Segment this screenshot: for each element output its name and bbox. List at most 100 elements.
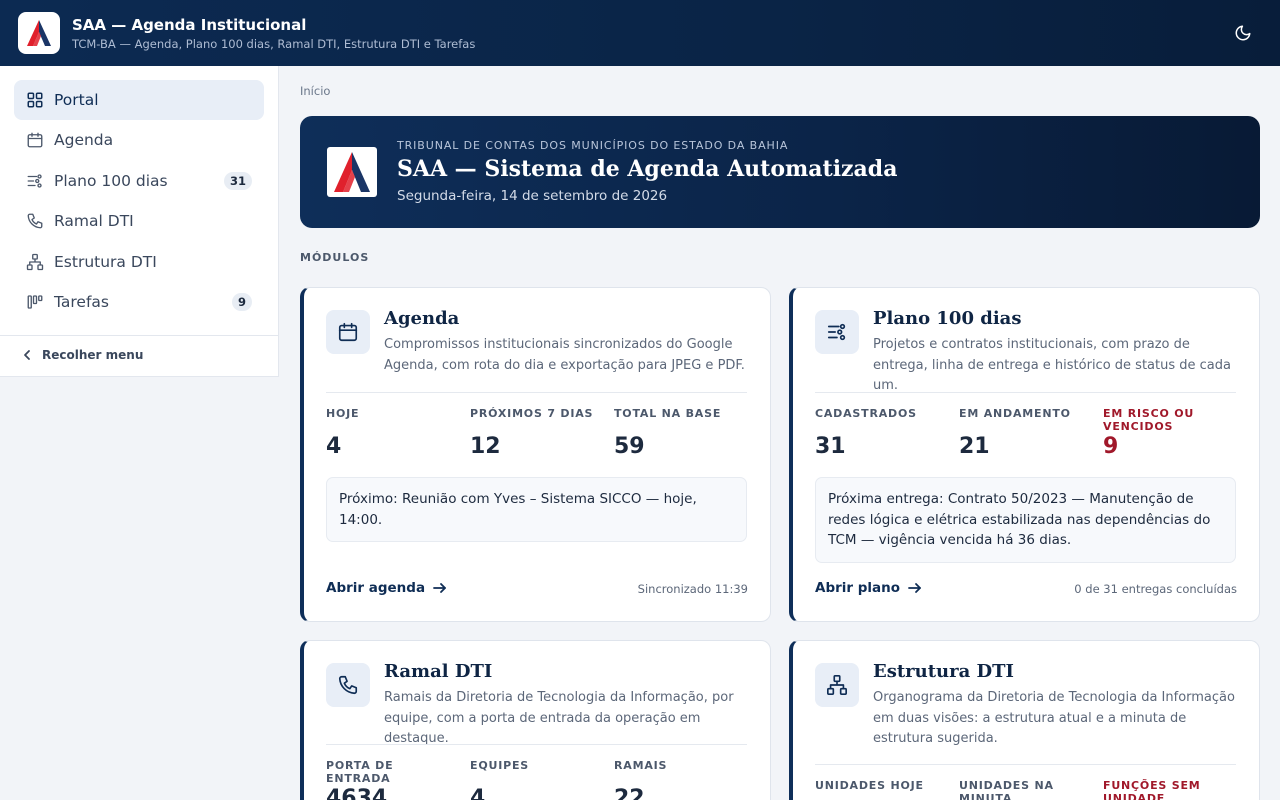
- hero-date: Segunda-feira, 14 de setembro de 2026: [397, 188, 668, 204]
- stat-label: EQUIPES: [470, 759, 529, 772]
- stat-value: 31: [815, 434, 846, 459]
- stat-em-risco: EM RISCO OU VENCIDOS 9: [1103, 407, 1233, 459]
- stat-value: 12: [470, 434, 501, 459]
- sidebar-divider: [0, 335, 279, 336]
- card-divider: [326, 392, 747, 393]
- stat-porta-de-entrada: PORTA DE ENTRADA 4634: [326, 759, 456, 800]
- card-title: Agenda: [384, 308, 460, 329]
- stat-unidades-hoje: UNIDADES HOJE: [815, 779, 945, 792]
- card-divider: [815, 764, 1236, 765]
- stat-label: CADASTRADOS: [815, 407, 917, 420]
- modules-section-label: MÓDULOS: [300, 251, 370, 264]
- stat-value: 4634: [326, 786, 388, 800]
- stat-unidades-na-minuta: UNIDADES NA MINUTA: [959, 779, 1089, 800]
- calendar-icon: [26, 131, 44, 149]
- stat-label: TOTAL NA BASE: [614, 407, 722, 420]
- stat-label: PORTA DE ENTRADA: [326, 759, 394, 785]
- main-content: Início TRIBUNAL DE CONTAS DOS MUNICÍPIOS…: [280, 66, 1280, 800]
- sidebar-item-plano-100-dias[interactable]: Plano 100 dias 31: [14, 161, 264, 201]
- stat-value: 4: [470, 786, 486, 800]
- stat-ramais: RAMAIS 22: [614, 759, 744, 800]
- hero-banner: TRIBUNAL DE CONTAS DOS MUNICÍPIOS DO EST…: [300, 116, 1260, 228]
- org-chart-icon: [815, 663, 859, 707]
- sidebar-item-tarefas[interactable]: Tarefas 9: [14, 282, 264, 322]
- stat-value: 21: [959, 434, 990, 459]
- app-subtitle: TCM-BA — Agenda, Plano 100 dias, Ramal D…: [72, 36, 476, 51]
- tcm-logo-icon: [27, 20, 51, 46]
- sidebar-item-label: Agenda: [54, 131, 114, 150]
- stat-label: FUNÇÕES SEM UNIDADE: [1103, 779, 1201, 800]
- phone-icon: [326, 663, 370, 707]
- link-label: Abrir agenda: [326, 580, 426, 596]
- list-filter-icon: [26, 172, 44, 190]
- stat-label: HOJE: [326, 407, 360, 420]
- kanban-icon: [26, 293, 44, 311]
- collapse-menu-button[interactable]: Recolher menu: [22, 348, 143, 362]
- sidebar-item-agenda[interactable]: Agenda: [14, 120, 264, 160]
- org-chart-icon: [26, 253, 44, 271]
- app-title: SAA — Agenda Institucional: [72, 15, 307, 34]
- card-title: Ramal DTI: [384, 661, 493, 682]
- hero-title: SAA — Sistema de Agenda Automatizada: [397, 156, 898, 182]
- stat-label: UNIDADES NA MINUTA: [959, 779, 1054, 800]
- phone-icon: [26, 212, 44, 230]
- next-event-note: Próximo: Reunião com Yves – Sistema SICC…: [326, 477, 747, 542]
- sidebar-item-label: Estrutura DTI: [54, 252, 157, 271]
- sidebar-item-label: Plano 100 dias: [54, 171, 168, 190]
- breadcrumb[interactable]: Início: [300, 84, 330, 98]
- sidebar: Portal Agenda Plano 100 dias 31 Ramal DT…: [0, 66, 279, 377]
- sidebar-item-estrutura-dti[interactable]: Estrutura DTI: [14, 242, 264, 282]
- calendar-icon: [326, 310, 370, 354]
- collapse-menu-label: Recolher menu: [42, 348, 144, 362]
- list-filter-icon: [815, 310, 859, 354]
- stat-label: RAMAIS: [614, 759, 668, 772]
- module-card-plano-100-dias: Plano 100 dias Projetos e contratos inst…: [789, 287, 1260, 622]
- link-label: Abrir plano: [815, 580, 901, 596]
- sidebar-item-ramal-dti[interactable]: Ramal DTI: [14, 201, 264, 241]
- sidebar-item-label: Tarefas: [54, 292, 109, 311]
- theme-toggle-button[interactable]: [1232, 22, 1254, 44]
- stat-proximos-7-dias: PRÓXIMOS 7 DIAS 12: [470, 407, 600, 459]
- open-plano-link[interactable]: Abrir plano: [815, 580, 922, 596]
- hero-logo: [327, 147, 377, 197]
- app-titles: SAA — Agenda Institucional TCM-BA — Agen…: [72, 15, 475, 52]
- card-divider: [326, 744, 747, 745]
- count-badge: 9: [231, 292, 252, 311]
- card-description: Compromissos institucionais sincronizado…: [384, 337, 745, 373]
- card-description: Projetos e contratos institucionais, com…: [873, 337, 1231, 393]
- sidebar-item-portal[interactable]: Portal: [14, 80, 264, 120]
- open-agenda-link[interactable]: Abrir agenda: [326, 580, 447, 596]
- delivery-progress: 0 de 31 entregas concluídas: [1074, 582, 1237, 596]
- card-description: Organograma da Diretoria de Tecnologia d…: [873, 690, 1235, 746]
- arrow-right-icon: [908, 582, 922, 594]
- stat-hoje: HOJE 4: [326, 407, 456, 459]
- stat-value: 4: [326, 434, 342, 459]
- stat-label: PRÓXIMOS 7 DIAS: [470, 407, 594, 420]
- stat-label: EM RISCO OU VENCIDOS: [1103, 407, 1195, 433]
- module-card-ramal-dti: Ramal DTI Ramais da Diretoria de Tecnolo…: [300, 640, 771, 800]
- arrow-right-icon: [433, 582, 447, 594]
- module-card-estrutura-dti: Estrutura DTI Organograma da Diretoria d…: [789, 640, 1260, 800]
- card-title: Estrutura DTI: [873, 661, 1014, 682]
- card-title: Plano 100 dias: [873, 308, 1022, 329]
- tcm-logo-icon: [334, 152, 370, 192]
- card-divider: [815, 392, 1236, 393]
- stat-cadastrados: CADASTRADOS 31: [815, 407, 945, 459]
- stat-value: 59: [614, 434, 645, 459]
- grid-icon: [26, 91, 44, 109]
- card-description: Ramais da Diretoria de Tecnologia da Inf…: [384, 690, 734, 746]
- hero-kicker: TRIBUNAL DE CONTAS DOS MUNICÍPIOS DO EST…: [397, 139, 789, 152]
- stat-label: EM ANDAMENTO: [959, 407, 1071, 420]
- sidebar-item-label: Ramal DTI: [54, 212, 134, 231]
- sync-status: Sincronizado 11:39: [637, 582, 748, 596]
- module-card-agenda: Agenda Compromissos institucionais sincr…: [300, 287, 771, 622]
- stat-value: 22: [614, 786, 645, 800]
- sidebar-item-label: Portal: [54, 91, 99, 109]
- count-badge: 31: [223, 171, 252, 190]
- app-logo[interactable]: [18, 12, 60, 54]
- top-bar: SAA — Agenda Institucional TCM-BA — Agen…: [0, 0, 1280, 66]
- stat-funcoes-sem-unidade: FUNÇÕES SEM UNIDADE: [1103, 779, 1233, 800]
- moon-icon: [1235, 25, 1251, 41]
- stat-em-andamento: EM ANDAMENTO 21: [959, 407, 1089, 459]
- stat-label: UNIDADES HOJE: [815, 779, 924, 792]
